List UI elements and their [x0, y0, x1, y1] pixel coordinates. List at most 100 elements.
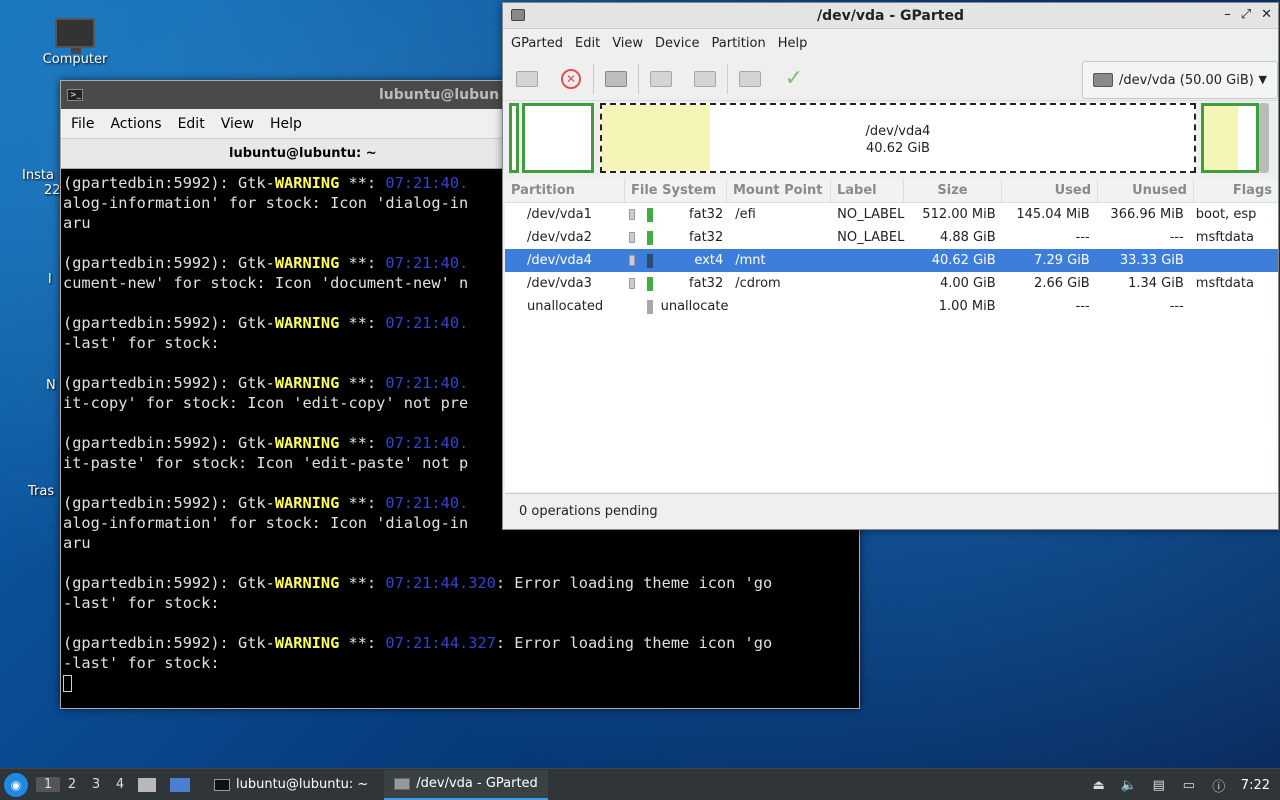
- desktop-icon-computer[interactable]: Computer: [38, 18, 112, 67]
- partition-map-vda1[interactable]: [509, 103, 519, 173]
- menu-partition[interactable]: Partition: [706, 36, 772, 51]
- column-flags[interactable]: Flags: [1194, 179, 1278, 202]
- minimize-icon[interactable]: –: [1224, 7, 1231, 22]
- menu-help[interactable]: Help: [772, 36, 814, 51]
- operations-pending: 0 operations pending: [519, 504, 658, 519]
- column-filesystem[interactable]: File System: [625, 179, 727, 202]
- table-row[interactable]: /dev/vda1 fat32/efi NO_LABEL 512.00 MiB 145.…: [505, 203, 1278, 226]
- cell-unused: ---: [1169, 299, 1184, 314]
- dropdown-arrow-icon: ▼: [1258, 73, 1267, 86]
- desktop-icon-hidden-2[interactable]: N: [46, 378, 56, 393]
- task-terminal[interactable]: lubuntu@lubuntu: ~: [204, 770, 378, 800]
- delete-partition-button[interactable]: ✕: [559, 67, 583, 91]
- desktop-icon-trash[interactable]: Tras: [28, 484, 54, 499]
- partition-map-vda2[interactable]: [522, 103, 594, 173]
- gparted-window[interactable]: /dev/vda - GParted – ⤢ ✕ GParted Edit Vi…: [502, 2, 1279, 530]
- column-label[interactable]: Label: [831, 179, 904, 202]
- column-unused[interactable]: Unused: [1098, 179, 1194, 202]
- filesystem-color-icon: [641, 253, 659, 268]
- device-selector[interactable]: /dev/vda (50.00 GiB) ▼: [1082, 61, 1278, 99]
- cell-size: 4.00 GiB: [939, 276, 996, 291]
- partition-map-vda4[interactable]: /dev/vda4 40.62 GiB: [600, 103, 1196, 173]
- lock-icon: [623, 232, 641, 243]
- file-manager-icon[interactable]: [138, 777, 156, 792]
- workspace-2[interactable]: 2: [60, 777, 84, 792]
- usb-icon[interactable]: ⏏: [1091, 777, 1107, 793]
- task-gparted[interactable]: /dev/vda - GParted: [384, 769, 548, 800]
- partition-rows: /dev/vda1 fat32/efi NO_LABEL 512.00 MiB 145.…: [505, 203, 1278, 318]
- toolbar-separator: [638, 63, 639, 94]
- close-icon[interactable]: ✕: [1261, 7, 1272, 22]
- table-row[interactable]: unallocated unallocated 1.00 MiB --- ---: [505, 295, 1278, 318]
- undo-icon: [739, 70, 761, 87]
- cell-unused: 366.96 MiB: [1110, 207, 1184, 222]
- clipboard-icon[interactable]: ▤: [1151, 777, 1167, 793]
- desktop-icon-label: Insta: [22, 168, 54, 183]
- lock-icon: [623, 209, 641, 220]
- device-selector-value: /dev/vda (50.00 GiB): [1119, 72, 1254, 88]
- paste-button[interactable]: [693, 67, 717, 91]
- cell-mountpoint: /efi: [735, 207, 756, 222]
- column-mountpoint[interactable]: Mount Point: [727, 179, 831, 202]
- table-row[interactable]: /dev/vda4 ext4/mnt 40.62 GiB 7.29 GiB 33.33 …: [505, 249, 1278, 272]
- workspace-3[interactable]: 3: [84, 777, 108, 792]
- delete-icon: ✕: [561, 68, 581, 89]
- notification-icon[interactable]: ⓘ: [1211, 777, 1227, 795]
- menu-file[interactable]: File: [63, 116, 102, 132]
- copy-button[interactable]: [649, 67, 673, 91]
- copy-icon: [650, 70, 672, 87]
- checkmark-icon: ✓: [784, 65, 804, 91]
- maximize-icon[interactable]: ⤢: [1241, 7, 1251, 22]
- desktop-icon-hidden-1[interactable]: l: [48, 272, 52, 287]
- menu-actions[interactable]: Actions: [102, 116, 169, 132]
- gparted-titlebar[interactable]: /dev/vda - GParted – ⤢ ✕: [503, 3, 1278, 29]
- cell-filesystem: fat32: [689, 230, 724, 245]
- menu-edit[interactable]: Edit: [170, 116, 213, 132]
- column-size[interactable]: Size: [904, 179, 1002, 202]
- table-row[interactable]: /dev/vda3 fat32/cdrom 4.00 GiB 2.66 GiB 1.34…: [505, 272, 1278, 295]
- cell-size: 40.62 GiB: [931, 253, 996, 268]
- task-label: /dev/vda - GParted: [416, 776, 538, 791]
- cell-used: ---: [1075, 299, 1090, 314]
- partition-map-vda3[interactable]: [1201, 103, 1259, 173]
- column-used[interactable]: Used: [1002, 179, 1098, 202]
- column-partition[interactable]: Partition: [505, 179, 625, 202]
- partition-map-scrollbar[interactable]: [1259, 103, 1269, 173]
- terminal-tab-label: lubuntu@lubuntu: ~: [229, 146, 377, 161]
- undo-button[interactable]: [738, 67, 762, 91]
- cell-unused: 33.33 GiB: [1119, 253, 1184, 268]
- menu-view[interactable]: View: [606, 36, 649, 51]
- desktop-icon-label: Computer: [42, 52, 108, 67]
- table-header: Partition File System Mount Point Label …: [505, 179, 1278, 203]
- workspace-4[interactable]: 4: [108, 777, 132, 792]
- terminal-cursor: [63, 675, 72, 692]
- start-menu-icon[interactable]: ◉: [4, 772, 28, 797]
- table-row[interactable]: /dev/vda2 fat32 NO_LABEL 4.88 GiB --- --- msft…: [505, 226, 1278, 249]
- show-desktop-icon[interactable]: [170, 777, 190, 792]
- menu-help[interactable]: Help: [262, 116, 310, 132]
- menu-gparted[interactable]: GParted: [505, 36, 569, 51]
- network-icon[interactable]: ▭: [1181, 777, 1197, 793]
- desktop-icon-label: Tras: [28, 484, 55, 499]
- desktop-icon-label: l: [48, 272, 52, 287]
- cell-label: NO_LABEL: [837, 207, 905, 222]
- gparted-toolbar: ✕ ✓ /dev/vda (50.00 GiB) ▼: [503, 57, 1278, 101]
- cell-mountpoint: /mnt: [735, 253, 766, 268]
- menu-edit[interactable]: Edit: [569, 36, 606, 51]
- partition-used-fill: [1204, 106, 1238, 170]
- menu-device[interactable]: Device: [649, 36, 705, 51]
- cell-used: ---: [1075, 230, 1090, 245]
- clock[interactable]: 7:22: [1241, 778, 1270, 793]
- desktop-icon-installer[interactable]: Insta 22: [22, 168, 62, 198]
- menu-view[interactable]: View: [213, 116, 262, 132]
- terminal-line: aru: [63, 534, 91, 552]
- volume-icon[interactable]: 🔈: [1121, 777, 1137, 793]
- cell-used: 7.29 GiB: [1034, 253, 1090, 268]
- workspace-1[interactable]: 1: [36, 777, 60, 792]
- terminal-icon: [214, 778, 230, 791]
- resize-move-button[interactable]: [604, 67, 628, 91]
- partition-map[interactable]: /dev/vda4 40.62 GiB: [509, 103, 1269, 173]
- new-partition-button[interactable]: [515, 67, 539, 91]
- apply-button[interactable]: ✓: [782, 67, 806, 91]
